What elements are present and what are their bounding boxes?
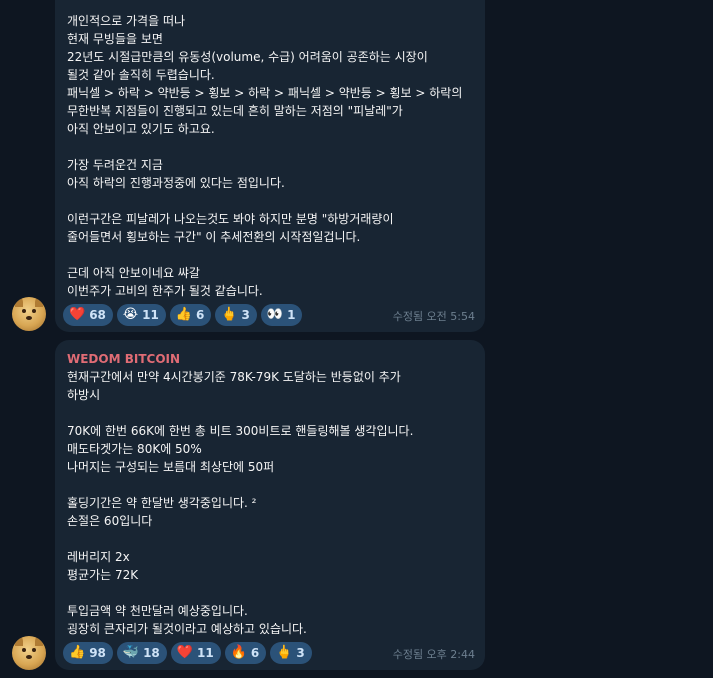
message-line: 이번주가 고비의 한주가 될것 같습니다. <box>67 284 263 298</box>
reaction-count: 3 <box>296 646 305 660</box>
message-bubble[interactable]: 개인적으로 가격을 떠나현재 무빙들을 보면 22년도 시절급만큼의 유동성(vo… <box>55 0 485 332</box>
message-bubble[interactable]: WEDOM BITCOIN 현재구간에서 만약 4시간봉기준 78K-79K 도… <box>55 340 485 670</box>
message-line: 레버리지 2x <box>67 550 130 564</box>
fire-icon: 🔥 <box>230 645 247 660</box>
message-line: 하방시 <box>67 388 101 402</box>
message-line <box>67 246 473 264</box>
message-line: 무한반복 지점들이 진행되고 있는데 흔히 말하는 저점의 "피날레"가 <box>67 104 403 118</box>
message-line <box>67 584 473 602</box>
reactions-bar: ❤️ 68 😭 11 👍 6 🖕 3 👀 1 <box>63 304 303 326</box>
message-line: 패닉셀 > 하락 > 약반등 > 횡보 > 하락 > 패닉셀 > 약반등 > 횡… <box>67 86 463 100</box>
message-line: 매도타겟가는 80K에 50% <box>67 442 202 456</box>
sender-name[interactable]: WEDOM BITCOIN <box>67 350 473 368</box>
reaction-count: 1 <box>287 308 296 322</box>
message-text: 개인적으로 가격을 떠나현재 무빙들을 보면 22년도 시절급만큼의 유동성(vo… <box>67 2 473 300</box>
message-line: 될것 같아 솔직히 두렵습니다. <box>67 68 215 82</box>
message-line: 평균가는 72K <box>67 568 139 582</box>
reaction-count: 18 <box>143 646 160 660</box>
reaction-chip[interactable]: 👍 6 <box>169 304 212 326</box>
message-line: 굉장히 큰자리가 될것이라고 예상하고 있습니다. <box>67 622 307 636</box>
avatar[interactable] <box>12 636 46 670</box>
message-line: 줄어들면서 횡보하는 구간" 이 추세전환의 시작점일겁니다. <box>67 230 361 244</box>
thumbs-up-icon: 👍 <box>69 645 86 660</box>
heart-icon: ❤️ <box>176 645 193 660</box>
reaction-chip[interactable]: 🐳 18 <box>116 642 167 664</box>
message-line: 70K에 한번 66K에 한번 총 비트 300비트로 핸들링해볼 생각입니다. <box>67 424 414 438</box>
message-line: 현재구간에서 만약 4시간봉기준 78K-79K 도달하는 반등없이 추가 <box>67 370 401 384</box>
reaction-chip[interactable]: 🔥 6 <box>224 642 267 664</box>
message-line: 아직 안보이고 있기도 하고요. <box>67 122 215 136</box>
reaction-chip[interactable]: ❤️ 68 <box>63 304 113 326</box>
reaction-chip[interactable]: 🖕 3 <box>270 642 312 664</box>
avatar[interactable] <box>12 297 46 331</box>
message-line: 현재 무빙들을 보면 <box>67 32 163 46</box>
heart-icon: ❤️ <box>69 307 86 322</box>
reaction-count: 11 <box>196 646 214 660</box>
message-line: 손절은 60입니다 <box>67 514 153 528</box>
message-text: 현재구간에서 만약 4시간봉기준 78K-79K 도달하는 반등없이 추가하방시… <box>67 368 473 638</box>
middle-finger-icon: 🖕 <box>276 645 293 660</box>
reaction-count: 98 <box>89 646 106 660</box>
reaction-count: 6 <box>195 308 205 322</box>
message-timestamp: 수정됨 오전 5:54 <box>392 310 475 323</box>
message-line: 근데 아직 안보이네요 쌰갈 <box>67 266 200 280</box>
message-line <box>67 138 473 156</box>
reaction-chip[interactable]: 👍 98 <box>63 642 113 664</box>
middle-finger-icon: 🖕 <box>221 307 238 322</box>
message-line <box>67 530 473 548</box>
message-line: 아직 하락의 진행과정중에 있다는 점입니다. <box>67 176 285 190</box>
message-line: 가장 두려운건 지금 <box>67 158 163 172</box>
message-timestamp: 수정됨 오후 2:44 <box>392 648 475 661</box>
reaction-chip[interactable]: ❤️ 11 <box>170 642 221 664</box>
message-line: 홀딩기간은 약 한달반 생각중입니다. ² <box>67 496 257 510</box>
reaction-chip[interactable]: 👀 1 <box>260 304 303 326</box>
whale-icon: 🐳 <box>122 645 140 660</box>
message-line: 투입금액 약 천만달러 예상중입니다. <box>67 604 248 618</box>
reaction-count: 3 <box>241 308 250 322</box>
thumbs-up-icon: 👍 <box>175 307 192 322</box>
reaction-count: 11 <box>142 308 159 322</box>
message-line: 22년도 시절급만큼의 유동성(volume, 수급) 어려움이 공존하는 시장… <box>67 50 428 64</box>
eyes-icon: 👀 <box>266 307 284 322</box>
reaction-chip[interactable]: 🖕 3 <box>215 304 257 326</box>
crying-face-icon: 😭 <box>122 307 139 322</box>
message-line: 나머지는 구성되는 보름대 최상단에 50퍼 <box>67 460 275 474</box>
message-line <box>67 404 473 422</box>
message-line: 개인적으로 가격을 떠나 <box>67 14 186 28</box>
message-line <box>67 476 473 494</box>
reaction-count: 68 <box>89 308 106 322</box>
reaction-chip[interactable]: 😭 11 <box>116 304 166 326</box>
reaction-count: 6 <box>250 646 260 660</box>
message-line: 이런구간은 피날레가 나오는것도 봐야 하지만 분명 "하방거래량이 <box>67 212 394 226</box>
reactions-bar: 👍 98 🐳 18 ❤️ 11 🔥 6 🖕 3 <box>63 642 312 664</box>
message-line <box>67 192 473 210</box>
